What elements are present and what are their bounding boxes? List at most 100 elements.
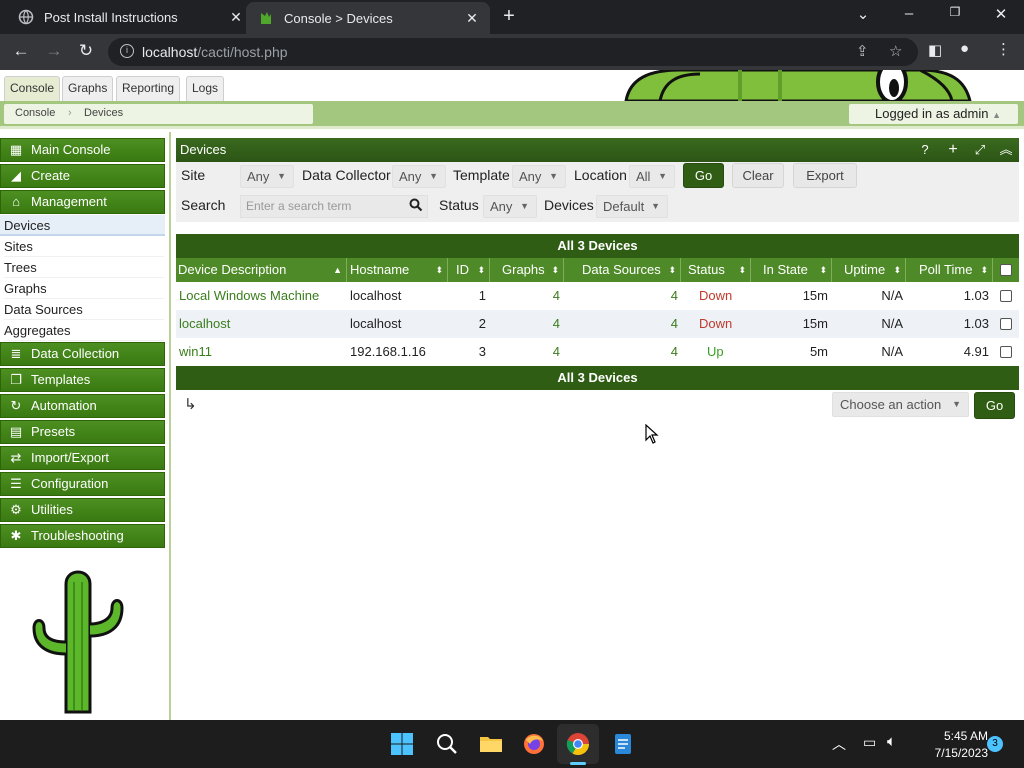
windows-start-icon[interactable] (390, 732, 414, 756)
col-data-sources[interactable]: Data Sources ⬍ (564, 258, 681, 282)
menu-main-console[interactable]: ▦ Main Console (0, 138, 165, 162)
profile-avatar-icon[interactable]: ● (960, 40, 969, 57)
location-select[interactable]: All ▼ (629, 165, 675, 188)
row-checkbox[interactable] (1000, 346, 1012, 358)
row-checkbox[interactable] (1000, 318, 1012, 330)
search-input[interactable]: Enter a search term (240, 195, 428, 218)
template-select[interactable]: Any ▼ (512, 165, 566, 188)
sidebar-item-data-sources[interactable]: Data Sources (4, 299, 164, 320)
devices-per-page-select[interactable]: Default ▼ (596, 195, 668, 218)
row-checkbox[interactable] (1000, 290, 1012, 302)
col-id[interactable]: ID ⬍ (448, 258, 490, 282)
sidebar-item-aggregates[interactable]: Aggregates (4, 320, 164, 341)
breadcrumb-devices[interactable]: Devices (84, 107, 123, 119)
select-all-checkbox[interactable] (1000, 264, 1012, 276)
notepad-icon[interactable] (611, 732, 635, 756)
close-icon[interactable]: ✕ (462, 10, 482, 27)
graphs-link[interactable]: 4 (553, 282, 560, 310)
minimize-icon[interactable]: – (899, 5, 919, 22)
sidebar-item-sites[interactable]: Sites (4, 236, 164, 257)
browser-tab-devices[interactable]: Console > Devices ✕ (246, 2, 490, 34)
side-panel-icon[interactable]: ◧ (928, 41, 942, 59)
logged-in-user-menu[interactable]: Logged in as admin ▲ (849, 104, 1018, 124)
taskbar-search-icon[interactable] (435, 732, 459, 756)
tab-search-chevron-icon[interactable]: ⌄ (853, 5, 873, 23)
export-button[interactable]: Export (793, 163, 857, 188)
hostname-cell: localhost (350, 288, 402, 303)
share-icon[interactable]: ⇪ (856, 42, 869, 60)
help-icon[interactable]: ? (916, 138, 934, 162)
menu-automation[interactable]: ↻ Automation (0, 394, 165, 418)
forward-arrow-icon[interactable]: → (43, 41, 65, 61)
restore-icon[interactable]: ❐ (945, 5, 965, 19)
sidebar-item-graphs[interactable]: Graphs (4, 278, 164, 299)
back-arrow-icon[interactable]: ← (10, 41, 32, 61)
menu-kebab-icon[interactable]: ⋮ (996, 40, 1011, 58)
clock-date[interactable]: 7/15/2023 (912, 746, 988, 760)
menu-import-export[interactable]: ⇄ Import/Export (0, 446, 165, 470)
menu-data-collection[interactable]: ≣ Data Collection (0, 342, 165, 366)
clear-button[interactable]: Clear (732, 163, 784, 188)
add-device-plus-icon[interactable]: + (944, 138, 962, 162)
site-select[interactable]: Any ▼ (240, 165, 294, 188)
reload-icon[interactable]: ↻ (75, 41, 97, 61)
address-bar[interactable]: i localhost/cacti/host.php ⇪ ☆ (108, 38, 918, 66)
hostname-cell: localhost (350, 316, 402, 331)
device-description-link[interactable]: win11 (179, 338, 212, 366)
col-device-description[interactable]: Device Description ▲ (176, 258, 347, 282)
bookmark-star-icon[interactable]: ☆ (889, 42, 902, 60)
close-icon[interactable]: ✕ (226, 9, 246, 26)
menu-label: Management (31, 194, 107, 209)
device-description-link[interactable]: localhost (179, 310, 230, 338)
col-hostname[interactable]: Hostname ⬍ (347, 258, 448, 282)
menu-templates[interactable]: ❐ Templates (0, 368, 165, 392)
breadcrumb-console[interactable]: Console (15, 107, 55, 119)
clock-time[interactable]: 5:45 AM (920, 729, 988, 743)
sidebar-item-devices[interactable]: Devices (0, 215, 165, 236)
menu-utilities[interactable]: ⚙ Utilities (0, 498, 165, 522)
id-cell: 3 (478, 344, 486, 359)
col-poll-time[interactable]: Poll Time ⬍ (906, 258, 993, 282)
volume-icon[interactable]: 🔈︎ (887, 733, 896, 750)
action-select[interactable]: Choose an action ▼ (832, 392, 969, 417)
tab-reporting[interactable]: Reporting (116, 76, 181, 101)
menu-troubleshooting[interactable]: ✱ Troubleshooting (0, 524, 165, 548)
col-status[interactable]: Status ⬍ (681, 258, 751, 282)
table-row[interactable]: win11 192.168.1.16 3 4 4 Up 5m N/A 4.91 (176, 338, 1019, 366)
collapse-chevron-icon[interactable]: ︽ (997, 138, 1015, 162)
data-sources-link[interactable]: 4 (671, 338, 678, 366)
menu-configuration[interactable]: ☰ Configuration (0, 472, 165, 496)
menu-create[interactable]: ◢ Create (0, 164, 165, 188)
tab-console[interactable]: Console (4, 76, 61, 101)
tray-chevron-up-icon[interactable]: ︿ (832, 734, 846, 754)
file-explorer-icon[interactable] (479, 732, 503, 756)
col-in-state[interactable]: In State ⬍ (751, 258, 832, 282)
col-uptime[interactable]: Uptime ⬍ (832, 258, 906, 282)
new-tab-plus-icon[interactable]: + (498, 6, 520, 26)
sidebar-item-trees[interactable]: Trees (4, 257, 164, 278)
graphs-link[interactable]: 4 (553, 338, 560, 366)
col-graphs[interactable]: Graphs ⬍ (490, 258, 564, 282)
data-sources-link[interactable]: 4 (671, 310, 678, 338)
data-collector-select[interactable]: Any ▼ (392, 165, 446, 188)
data-sources-link[interactable]: 4 (671, 282, 678, 310)
menu-presets[interactable]: ▤ Presets (0, 420, 165, 444)
network-icon[interactable]: ▭ (863, 734, 876, 751)
go-button[interactable]: Go (683, 163, 724, 188)
menu-management[interactable]: ⌂ Management (0, 190, 165, 214)
window-close-icon[interactable]: ✕ (991, 5, 1011, 23)
tab-graphs[interactable]: Graphs (62, 76, 114, 101)
graphs-link[interactable]: 4 (553, 310, 560, 338)
status-select[interactable]: Any ▼ (483, 195, 537, 218)
notification-badge[interactable]: 3 (987, 736, 1003, 752)
action-go-button[interactable]: Go (974, 392, 1015, 419)
site-info-icon[interactable]: i (120, 44, 134, 58)
firefox-icon[interactable] (522, 732, 546, 756)
chrome-icon[interactable] (566, 732, 590, 756)
tab-logs[interactable]: Logs (186, 76, 225, 101)
fullscreen-icon[interactable]: ⤢ (971, 138, 989, 162)
table-row[interactable]: Local Windows Machine localhost 1 4 4 Do… (176, 282, 1019, 310)
browser-tab-post-install[interactable]: Post Install Instructions ✕ (0, 0, 246, 34)
device-description-link[interactable]: Local Windows Machine (179, 282, 319, 310)
table-row[interactable]: localhost localhost 2 4 4 Down 15m N/A 1… (176, 310, 1019, 338)
